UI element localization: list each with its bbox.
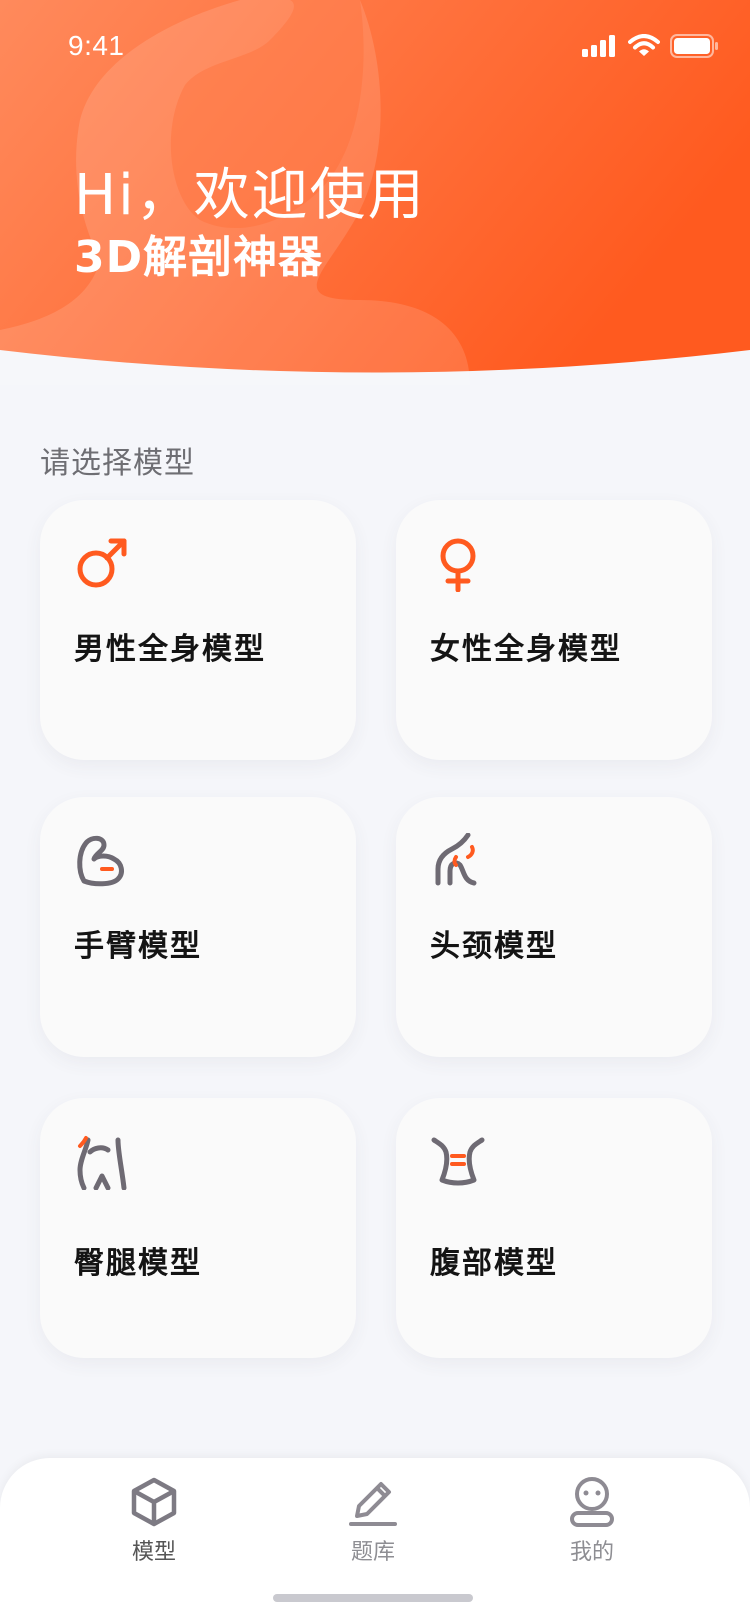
abdomen-icon [431,1137,485,1186]
model-card-label: 手臂模型 [74,929,202,964]
model-card-label: 腹部模型 [430,1246,558,1281]
model-card-label: 男性全身模型 [74,632,266,667]
tab-label: 题库 [350,1540,395,1565]
model-card-label: 头颈模型 [430,929,558,964]
model-card-head-neck[interactable]: 头颈模型 [396,797,712,1057]
model-card-hip-leg[interactable]: 臀腿模型 [40,1098,356,1358]
tab-question-bank[interactable]: 题库 [313,1476,433,1572]
section-title: 请选择模型 [40,446,195,481]
model-card-abdomen[interactable]: 腹部模型 [396,1098,712,1358]
app-name: 3D解剖神器 [74,232,324,283]
model-card-label: 女性全身模型 [430,632,622,667]
model-card-male-body[interactable]: 男性全身模型 [40,500,356,760]
female-symbol-icon [440,538,476,592]
status-bar: 9:41 [0,0,750,96]
hip-leg-icon [77,1136,127,1190]
arm-icon [77,835,124,887]
status-time: 9:41 [68,30,125,61]
cube-icon [131,1477,177,1527]
head-neck-icon [435,833,477,886]
header-banner: 9:41 Hi，欢迎使用 3D解剖神器 [0,0,750,390]
male-symbol-icon [77,538,127,588]
home-indicator [273,1594,473,1602]
model-card-label: 臀腿模型 [74,1246,202,1281]
tab-label: 我的 [569,1540,614,1565]
tab-profile[interactable]: 我的 [532,1476,652,1572]
greeting-text: Hi，欢迎使用 [74,163,426,228]
cellular-signal-icon [582,35,615,57]
model-card-female-body[interactable]: 女性全身模型 [396,500,712,760]
battery-icon [670,34,718,58]
tab-models[interactable]: 模型 [94,1476,214,1572]
tab-label: 模型 [131,1540,176,1565]
status-icons [582,30,718,62]
wifi-icon [628,34,660,56]
pencil-icon [349,1482,397,1526]
model-card-arm[interactable]: 手臂模型 [40,797,356,1057]
profile-icon [570,1477,614,1527]
